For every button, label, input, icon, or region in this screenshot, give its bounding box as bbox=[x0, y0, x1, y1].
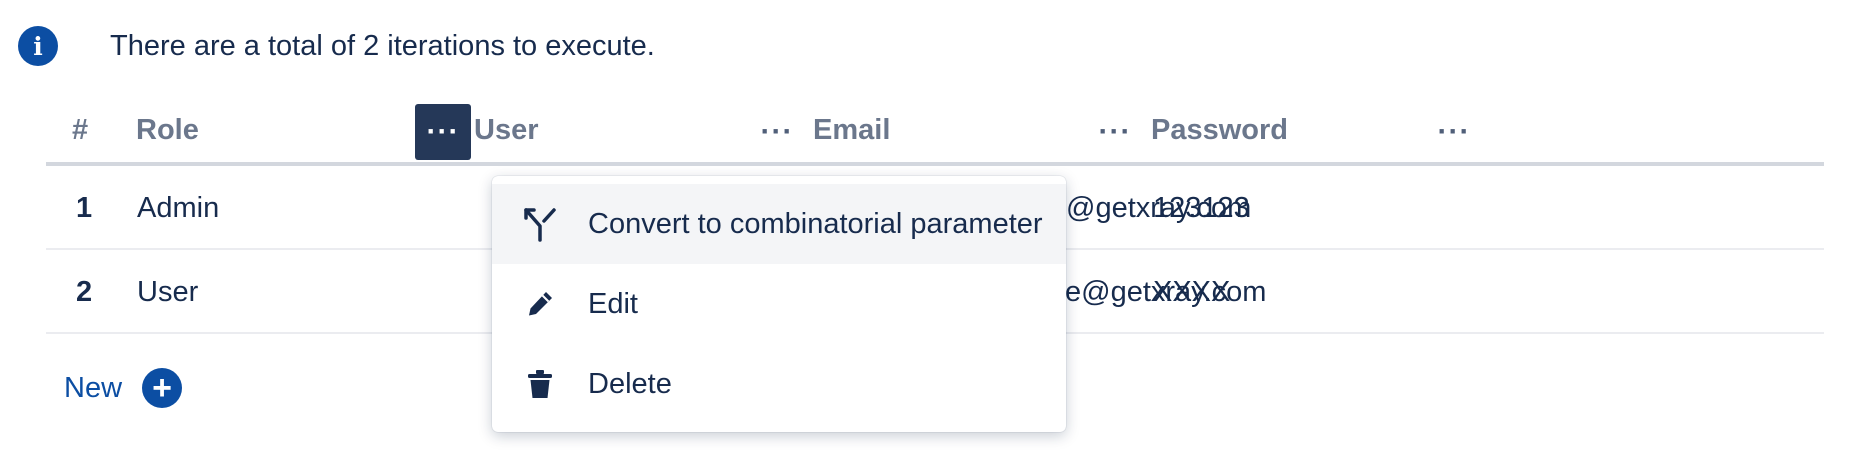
table-header: # Role ··· User ··· Email ··· Password ·… bbox=[46, 100, 1824, 166]
password-column-menu-button[interactable]: ··· bbox=[1426, 104, 1482, 160]
menu-item-edit[interactable]: Edit bbox=[492, 264, 1066, 344]
column-header-password: Password bbox=[1151, 114, 1288, 146]
add-icon[interactable]: + bbox=[142, 368, 183, 408]
column-header-email: Email bbox=[813, 114, 891, 146]
role-cell[interactable]: Admin bbox=[137, 192, 219, 225]
info-icon: i bbox=[18, 26, 58, 66]
row-number: 1 bbox=[76, 192, 93, 224]
email-column-menu-button[interactable]: ··· bbox=[1087, 104, 1143, 160]
column-header-role: Role bbox=[136, 114, 199, 146]
column-header-user: User bbox=[474, 114, 539, 146]
trash-icon bbox=[520, 368, 560, 400]
column-header-number: # bbox=[72, 114, 89, 146]
password-cell[interactable]: XXXX bbox=[1153, 276, 1230, 309]
user-column-menu-button[interactable]: ··· bbox=[749, 104, 805, 160]
menu-item-label: Edit bbox=[588, 287, 638, 320]
info-message: There are a total of 2 iterations to exe… bbox=[110, 29, 655, 62]
pencil-icon bbox=[520, 288, 560, 320]
menu-item-label: Delete bbox=[588, 367, 672, 400]
menu-item-label: Convert to combinatorial parameter bbox=[588, 207, 1043, 240]
info-banner: i There are a total of 2 iterations to e… bbox=[18, 26, 655, 66]
role-column-menu-button[interactable]: ··· bbox=[415, 104, 471, 160]
role-cell[interactable]: User bbox=[137, 276, 198, 309]
column-context-menu: Convert to combinatorial parameter Edit … bbox=[492, 176, 1066, 432]
split-arrow-icon bbox=[520, 204, 560, 244]
password-cell[interactable]: 123123 bbox=[1153, 192, 1250, 225]
menu-item-convert-combinatorial[interactable]: Convert to combinatorial parameter bbox=[492, 184, 1066, 264]
menu-item-delete[interactable]: Delete bbox=[492, 344, 1066, 424]
new-row-control: New + bbox=[64, 368, 183, 408]
row-number: 2 bbox=[76, 276, 93, 308]
new-button[interactable]: New bbox=[64, 372, 122, 405]
